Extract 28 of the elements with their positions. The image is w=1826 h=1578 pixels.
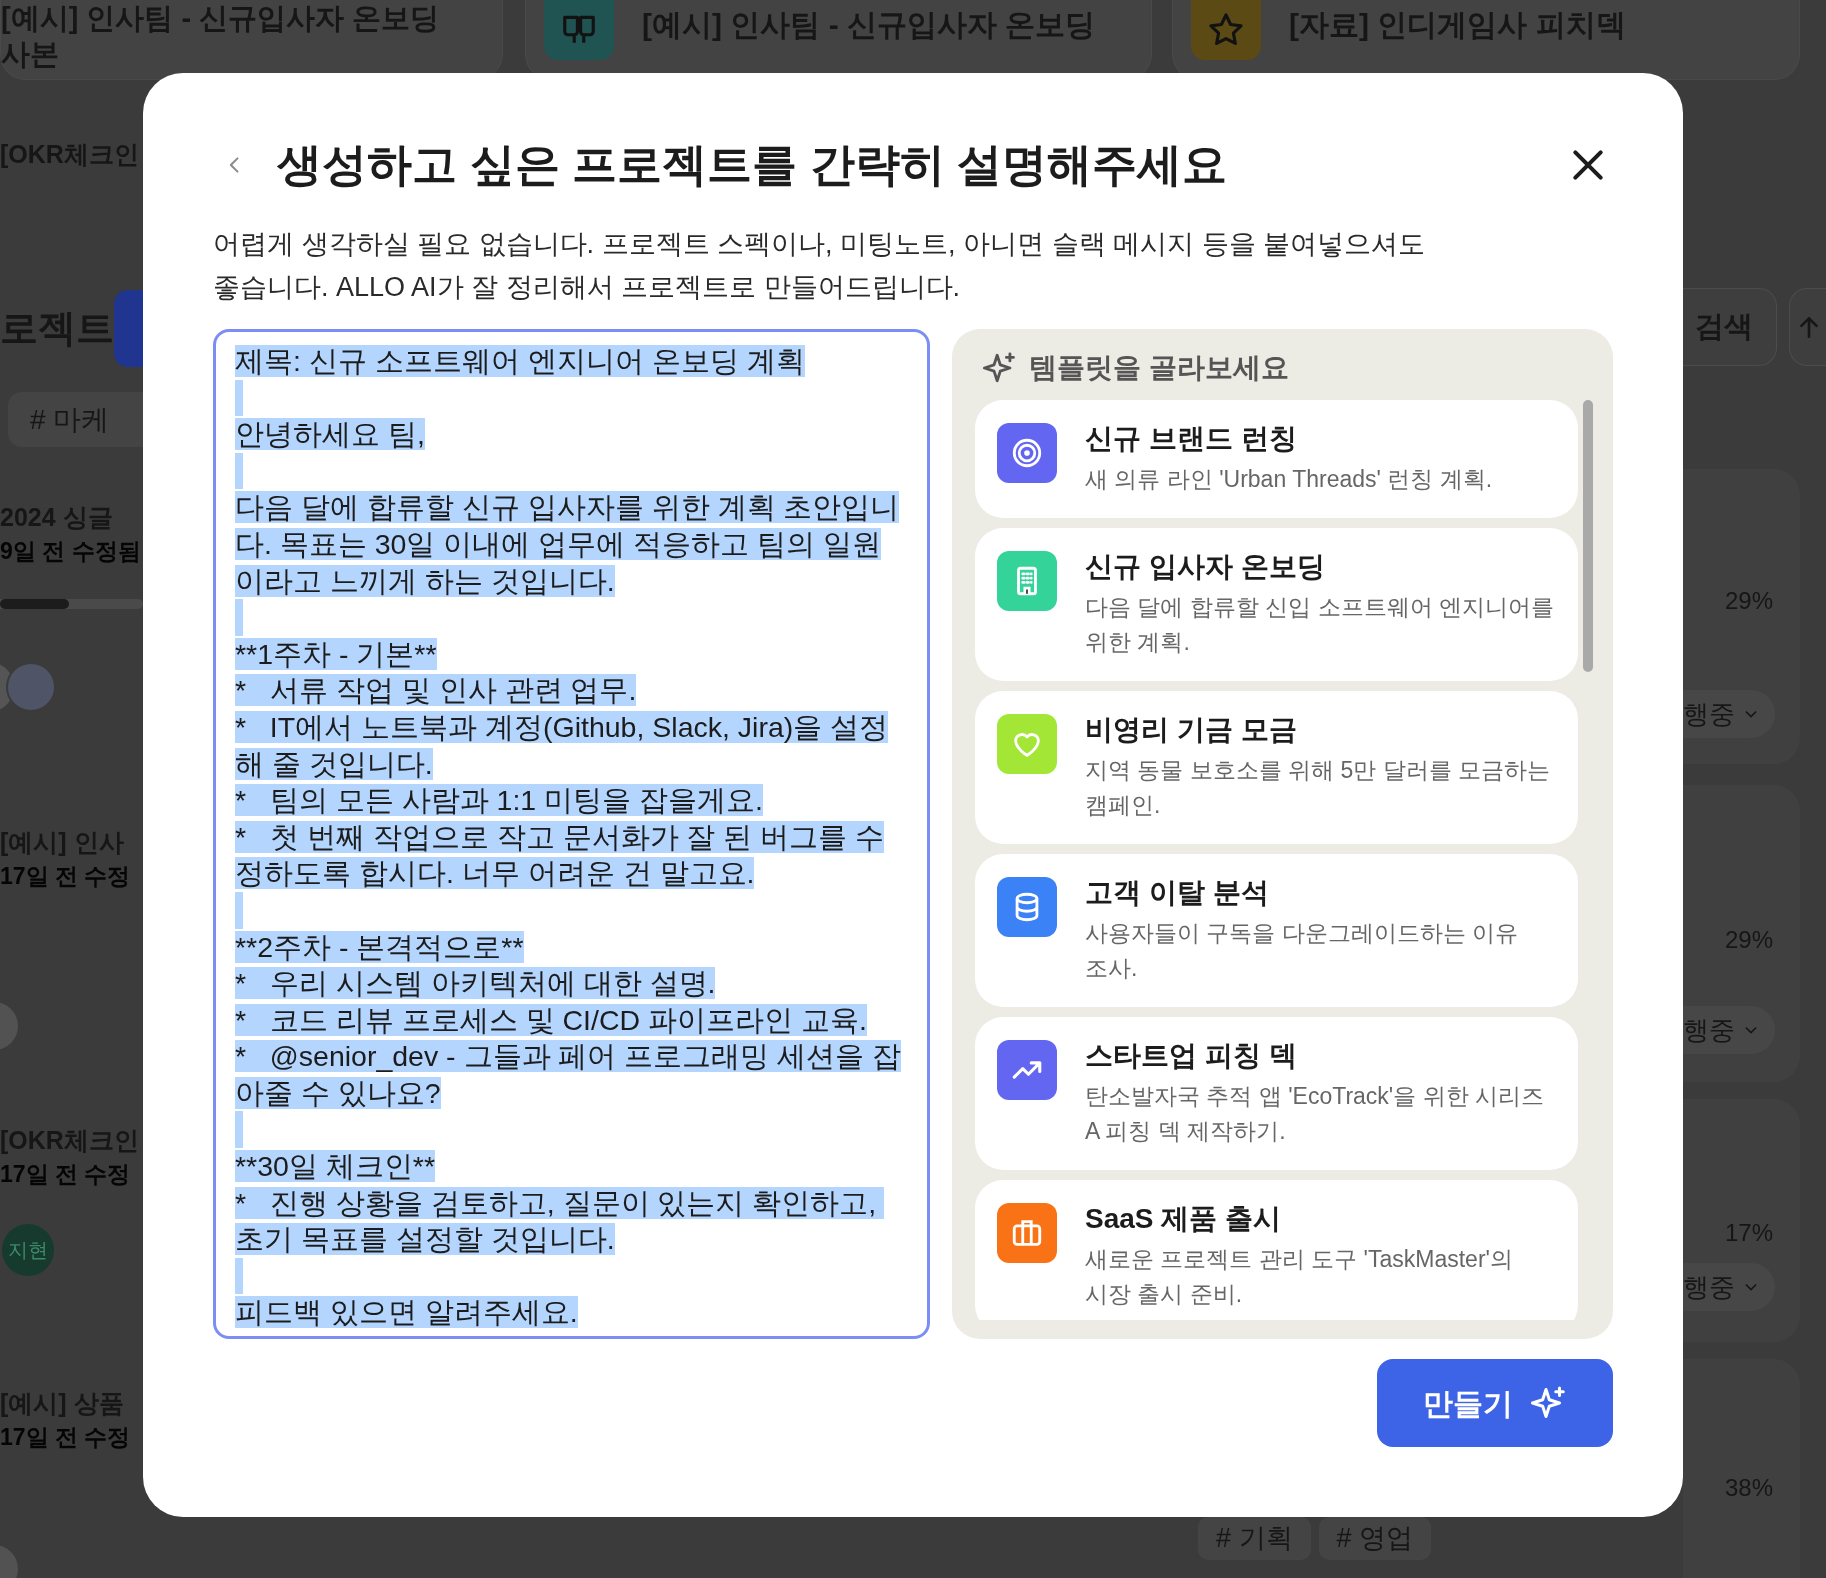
target-icon [1010,436,1044,470]
template-card[interactable]: 스타트업 피칭 덱 탄소발자국 추적 앱 'EcoTrack'을 위한 시리즈 A 피칭 덱 제작하기. [975,1017,1578,1170]
dialog-description: 어렵게 생각하실 필요 없습니다. 프로젝트 스펙이나, 미팅노트, 아니면 슬랙 메시지 등을 붙여넣으셔도 좋습니다. ALLO AI가 잘 정리해서 프로젝트로 만들어드립니다. [213,228,1427,304]
upload-button[interactable] [1789,288,1826,366]
sparkle-icon [1531,1385,1567,1421]
template-card[interactable]: 비영리 기금 모금 지역 동물 보호소를 위해 5만 달러를 모금하는 캠페인. [975,691,1578,844]
template-title: SaaS 제품 출시 [1085,1202,1283,1236]
panel-heading: 템플릿을 골라보세요 [1029,351,1289,385]
dialog-title: 생성하고 싶은 프로젝트를 간략히 설명해주세요 [277,138,1227,193]
template-title: 신규 입사자 온보딩 [1085,550,1326,584]
template-description: 다음 달에 합류할 신입 소프트웨어 엔지니어를 위한 계획. [1085,593,1555,657]
avatar: 지현 [2,1224,54,1276]
template-card[interactable]: 신규 브랜드 런칭 새 의류 라인 'Urban Threads' 런칭 계획. [975,400,1578,518]
description-field[interactable]: 제목: 신규 소프트웨어 엔지니어 온보딩 계획 안녕하세요 팀, 다음 달에 합류할 신규 입사자를 위한 계획 초안입니다. 목표는 30일 이내에 업무에 적응하고 팀의 일원이라고 느끼게 하는 것입니다. **1주차 - 기본** * 서류 작업 및 인사 관련 업무. * IT에서 노트북과 계정(Github, Slack, Jira)을 설정해 줄 것입니다. * 팀의 모든 사람과 1:1 미팅을 잡을게요. * 첫 번째 작업으로 작고 문서화가 잘 된 버그를 수정하도록 합시다. 너무 어려운 건 말고요. **2주차 - 본격적으로** * 우리 시스템 아키텍처에 대한 설명. * 코드 리뷰 프로세스 및 CI/CD 파이프라인 교육. * @senior_dev - 그들과 페어 프로그래밍 세션을 잡아줄 수 있나요? **30일 체크인** * 진행 상황을 검토하고, 질문이 있는지 확인하고, 초기 목표를 설정할 것입니다. 피드백 있으면 알려주세요. [213,329,930,1339]
create-button[interactable]: 만들기 [1377,1359,1613,1447]
template-title: 스타트업 피칭 덱 [1085,1039,1298,1073]
template-card[interactable]: SaaS 제품 출시 새로운 프로젝트 관리 도구 'TaskMaster'의 시장 출시 준비. [975,1180,1578,1320]
template-description: 사용자들이 구독을 다운그레이드하는 이유 조사. [1085,919,1520,983]
template-title: 신규 브랜드 런칭 [1085,422,1298,456]
template-title: 고객 이탈 분석 [1085,876,1270,910]
template-card[interactable]: 신규 입사자 온보딩 다음 달에 합류할 신입 소프트웨어 엔지니어를 위한 계획. [975,528,1578,681]
template-description: 탄소발자국 추적 앱 'EcoTrack'을 위한 시리즈 A 피칭 덱 제작하기. [1085,1082,1545,1146]
template-description: 새 의류 라인 'Urban Threads' 런칭 계획. [1085,465,1493,494]
template-card[interactable]: 고객 이탈 분석 사용자들이 구독을 다운그레이드하는 이유 조사. [975,854,1578,1007]
template-title: 비영리 기금 모금 [1085,713,1298,747]
template-description: 새로운 프로젝트 관리 도구 'TaskMaster'의 시장 출시 준비. [1085,1245,1514,1309]
template-description: 지역 동물 보호소를 위해 5만 달러를 모금하는 캠페인. [1085,756,1552,820]
sparkle-icon [983,351,1017,385]
